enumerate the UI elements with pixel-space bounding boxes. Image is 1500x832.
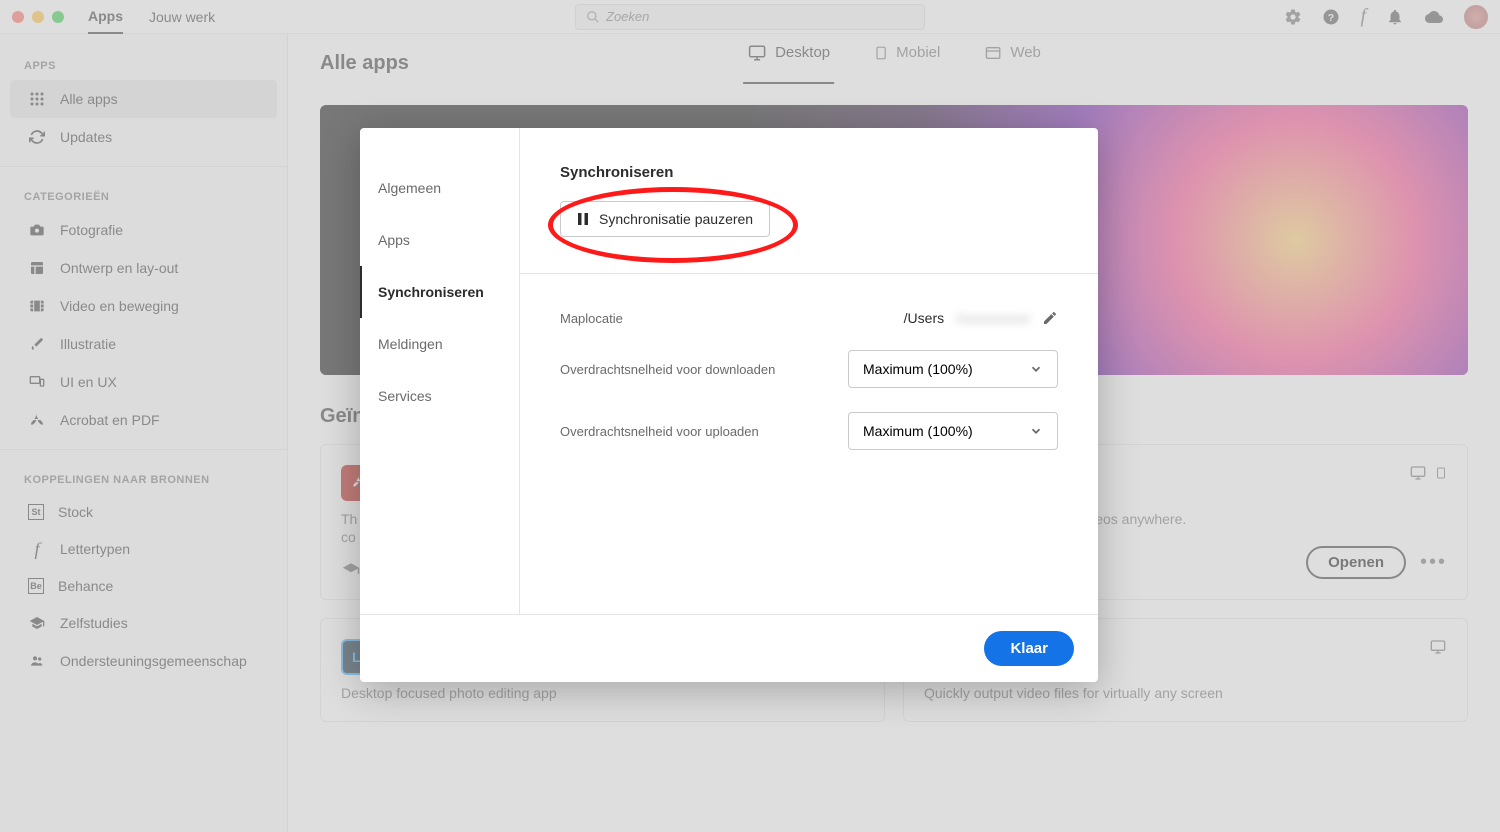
download-label: Overdrachtsnelheid voor downloaden bbox=[560, 362, 848, 377]
pause-sync-button[interactable]: Synchronisatie pauzeren bbox=[560, 201, 770, 237]
chevron-down-icon bbox=[1029, 424, 1043, 438]
upload-label: Overdrachtsnelheid voor uploaden bbox=[560, 424, 848, 439]
location-value: /Users/xxxxxxxxxx bbox=[904, 310, 1058, 326]
modal-nav-sync[interactable]: Synchroniseren bbox=[360, 266, 519, 318]
row-upload-speed: Overdrachtsnelheid voor uploaden Maximum… bbox=[560, 412, 1058, 450]
modal-nav-apps[interactable]: Apps bbox=[360, 214, 519, 266]
location-label: Maplocatie bbox=[560, 311, 904, 326]
divider bbox=[520, 273, 1098, 274]
preferences-modal: Algemeen Apps Synchroniseren Meldingen S… bbox=[360, 128, 1098, 682]
modal-footer: Klaar bbox=[360, 614, 1098, 682]
modal-nav-services[interactable]: Services bbox=[360, 370, 519, 422]
upload-speed-select[interactable]: Maximum (100%) bbox=[848, 412, 1058, 450]
row-location: Maplocatie /Users/xxxxxxxxxx bbox=[560, 310, 1058, 326]
pause-button-label: Synchronisatie pauzeren bbox=[599, 211, 753, 227]
modal-nav-notifications[interactable]: Meldingen bbox=[360, 318, 519, 370]
done-button[interactable]: Klaar bbox=[984, 631, 1074, 666]
edit-icon[interactable] bbox=[1042, 310, 1058, 326]
pause-icon bbox=[577, 212, 589, 226]
modal-nav: Algemeen Apps Synchroniseren Meldingen S… bbox=[360, 128, 520, 614]
modal-nav-general[interactable]: Algemeen bbox=[360, 162, 519, 214]
select-value: Maximum (100%) bbox=[863, 361, 973, 377]
modal-content: Synchroniseren Synchronisatie pauzeren M… bbox=[520, 128, 1098, 614]
download-speed-select[interactable]: Maximum (100%) bbox=[848, 350, 1058, 388]
path-text: /Users bbox=[904, 310, 944, 326]
select-value: Maximum (100%) bbox=[863, 423, 973, 439]
modal-heading: Synchroniseren bbox=[560, 164, 1058, 181]
row-download-speed: Overdrachtsnelheid voor downloaden Maxim… bbox=[560, 350, 1058, 388]
path-blurred: /xxxxxxxxxx bbox=[956, 310, 1030, 326]
chevron-down-icon bbox=[1029, 362, 1043, 376]
